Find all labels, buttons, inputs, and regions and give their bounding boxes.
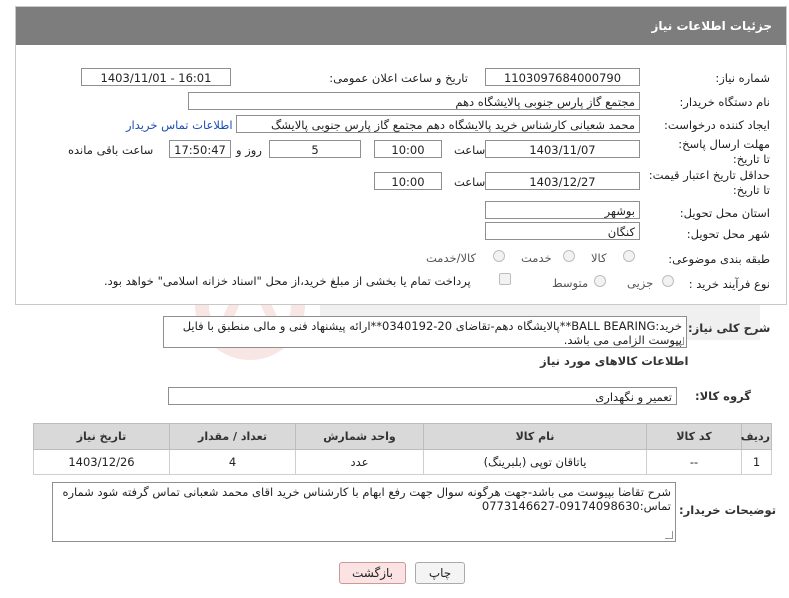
print-button[interactable]: چاپ xyxy=(415,562,465,584)
need-details-panel: جزئیات اطلاعات نیاز شماره نیاز: 11030976… xyxy=(15,6,787,305)
announce-label: تاریخ و ساعت اعلان عمومی: xyxy=(329,71,468,85)
process-label: نوع فرآیند خرید : xyxy=(688,277,770,291)
process-radio-minor[interactable] xyxy=(662,275,674,287)
city-label: شهر محل تحویل: xyxy=(686,227,770,241)
category-goods-label: کالا xyxy=(591,251,607,265)
buyer-notes-text: شرح تقاضا بپیوست می باشد-جهت هرگونه سوال… xyxy=(62,485,671,513)
need-number-label: شماره نیاز: xyxy=(715,71,770,85)
announce-field[interactable]: 1403/11/01 - 16:01 xyxy=(81,68,231,86)
days-label: روز و xyxy=(236,143,262,157)
validity-date-field[interactable]: 1403/12/27 xyxy=(485,172,640,190)
process-radio-medium[interactable] xyxy=(594,275,606,287)
buyer-contact-link[interactable]: اطلاعات تماس خریدار xyxy=(126,118,233,132)
deadline-label: مهلت ارسال پاسخ: تا تاریخ: xyxy=(678,137,770,166)
requester-field[interactable]: محمد شعبانی کارشناس خرید پالایشگاه دهم م… xyxy=(236,115,640,133)
cell-item-code: -- xyxy=(646,449,742,475)
buyer-org-field[interactable]: مجتمع گاز پارس جنوبی پالایشگاه دهم xyxy=(188,92,640,110)
table-header-row: ردیف کد کالا نام کالا واحد شمارش تعداد /… xyxy=(33,423,772,450)
requester-label: ایجاد کننده درخواست: xyxy=(664,118,770,132)
col-item-code: کد کالا xyxy=(646,423,742,450)
cell-quantity: 4 xyxy=(169,449,296,475)
cell-unit: عدد xyxy=(295,449,424,475)
summary-textarea[interactable]: خرید:BALL BEARING**پالایشگاه دهم-تقاضای … xyxy=(163,316,687,348)
summary-label: شرح کلی نیاز: xyxy=(688,321,771,335)
remaining-time-field[interactable]: 17:50:47 xyxy=(169,140,231,158)
validity-time-field[interactable]: 10:00 xyxy=(374,172,442,190)
deadline-date-field[interactable]: 1403/11/07 xyxy=(485,140,640,158)
cell-row-number: 1 xyxy=(741,449,772,475)
category-label: طبقه بندی موضوعی: xyxy=(668,252,770,266)
buyer-org-label: نام دستگاه خریدار: xyxy=(679,95,770,109)
col-quantity: تعداد / مقدار xyxy=(169,423,296,450)
goods-table: ردیف کد کالا نام کالا واحد شمارش تعداد /… xyxy=(33,423,772,475)
category-radio-service[interactable] xyxy=(563,250,575,262)
back-button[interactable]: بازگشت xyxy=(339,562,406,584)
process-minor-label: جزیی xyxy=(627,276,654,290)
resize-handle-icon[interactable] xyxy=(665,531,673,539)
col-item-name: نام کالا xyxy=(423,423,647,450)
treasury-checkbox[interactable] xyxy=(499,273,511,285)
validity-label: حداقل تاریخ اعتبار قیمت: تا تاریخ: xyxy=(648,168,770,197)
validity-time-label: ساعت xyxy=(454,175,486,189)
category-radio-goods-service[interactable] xyxy=(493,250,505,262)
remaining-label: ساعت باقی مانده xyxy=(68,143,154,157)
goods-group-label: گروه کالا: xyxy=(695,389,751,403)
col-need-date: تاریخ نیاز xyxy=(33,423,170,450)
treasury-note: پرداخت تمام یا بخشی از مبلغ خرید،از محل … xyxy=(104,274,471,288)
col-row-number: ردیف xyxy=(741,423,772,450)
deadline-time-field[interactable]: 10:00 xyxy=(374,140,442,158)
panel-title: جزئیات اطلاعات نیاز xyxy=(16,7,786,45)
goods-group-field[interactable]: تعمیر و نگهداری xyxy=(168,387,677,405)
goods-info-title: اطلاعات کالاهای مورد نیاز xyxy=(540,354,689,368)
resize-handle-icon[interactable] xyxy=(676,337,684,345)
days-remaining-field[interactable]: 5 xyxy=(269,140,361,158)
province-field[interactable]: بوشهر xyxy=(485,201,640,219)
col-unit: واحد شمارش xyxy=(295,423,424,450)
province-label: استان محل تحویل: xyxy=(679,206,770,220)
category-radio-goods[interactable] xyxy=(623,250,635,262)
need-number-field[interactable]: 1103097684000790 xyxy=(485,68,640,86)
city-field[interactable]: کنگان xyxy=(485,222,640,240)
buyer-notes-textarea[interactable]: شرح تقاضا بپیوست می باشد-جهت هرگونه سوال… xyxy=(52,482,676,542)
summary-text: خرید:BALL BEARING**پالایشگاه دهم-تقاضای … xyxy=(182,319,682,347)
deadline-time-label: ساعت xyxy=(454,143,486,157)
category-service-label: خدمت xyxy=(521,251,552,265)
cell-need-date: 1403/12/26 xyxy=(33,449,170,475)
category-goods-service-label: کالا/خدمت xyxy=(426,251,477,265)
buyer-notes-label: توضیحات خریدار: xyxy=(679,503,777,517)
cell-item-name: یاتاقان توپی (بلبرینگ) xyxy=(423,449,647,475)
table-row: 1 -- یاتاقان توپی (بلبرینگ) عدد 4 1403/1… xyxy=(33,449,772,475)
process-medium-label: متوسط xyxy=(552,276,589,290)
